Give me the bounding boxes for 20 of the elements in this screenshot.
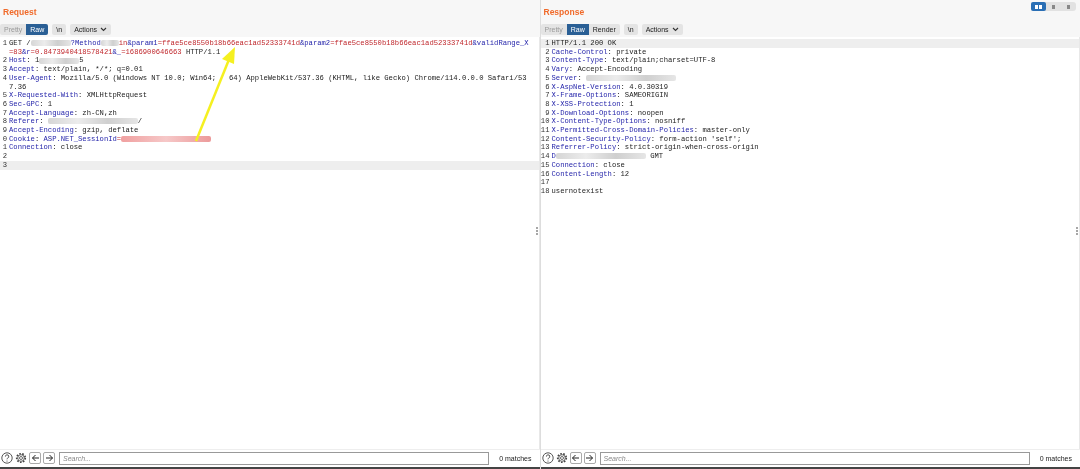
pane-title: Response <box>542 7 585 17</box>
right-arrow-icon <box>44 454 54 462</box>
layout-toggle[interactable] <box>1031 2 1046 11</box>
layout-icon <box>1067 4 1070 9</box>
caret-icon <box>100 27 108 32</box>
next-button[interactable] <box>43 452 55 464</box>
previous-button[interactable] <box>569 452 582 464</box>
settings-icon[interactable] <box>555 452 568 464</box>
layout-icon <box>1052 4 1055 9</box>
help-icon[interactable] <box>541 452 554 464</box>
pane-title: Request <box>2 7 37 17</box>
next-button[interactable] <box>583 452 596 464</box>
previous-button[interactable] <box>29 452 41 464</box>
left-arrow-icon <box>30 454 40 462</box>
settings-icon[interactable] <box>15 452 27 464</box>
layout-icon <box>1035 4 1042 9</box>
help-icon[interactable] <box>1 452 13 464</box>
left-arrow-icon <box>571 454 580 462</box>
right-arrow-icon <box>585 454 594 462</box>
caret-icon <box>671 27 679 32</box>
